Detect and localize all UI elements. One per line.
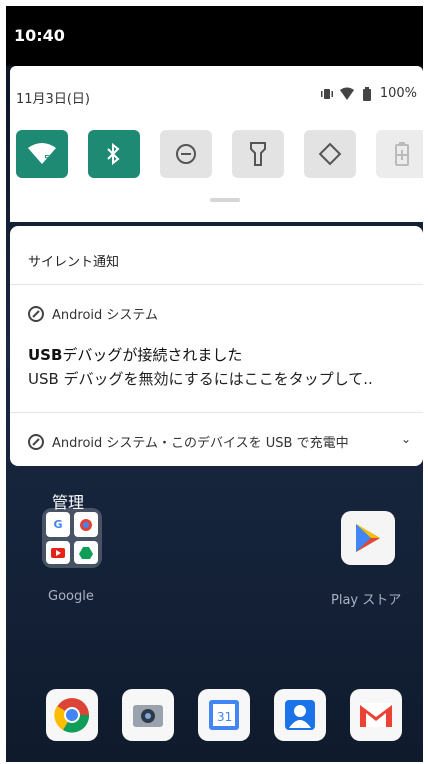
drive-icon: [74, 541, 98, 564]
title-rest: デバッグが接続されました: [62, 346, 243, 364]
wifi-tile[interactable]: 5: [16, 130, 68, 178]
chrome-app[interactable]: [46, 689, 98, 741]
chrome-icon: [54, 698, 90, 733]
do-not-disturb-tile[interactable]: [160, 130, 212, 178]
battery-percent: 100%: [379, 86, 417, 101]
gmail-icon: [360, 703, 392, 727]
notification-title[interactable]: USBデバッグが接続されました: [28, 344, 242, 365]
battery-saver-icon: [395, 142, 409, 166]
youtube-icon: [46, 541, 70, 564]
flashlight-tile[interactable]: [232, 130, 284, 178]
wifi-badge: 5: [44, 154, 50, 165]
google-icon: G: [46, 512, 70, 537]
android-system-icon: [28, 305, 44, 322]
chrome-mini-icon: [74, 512, 98, 537]
divider: [10, 412, 423, 413]
do-not-disturb-icon: [176, 144, 196, 164]
battery-saver-tile[interactable]: [376, 130, 423, 178]
title-bold: USB: [28, 346, 63, 364]
play-store-app[interactable]: [341, 511, 395, 565]
notification-header[interactable]: Android システム: [28, 304, 158, 323]
camera-icon: [133, 705, 163, 727]
status-bar: 10:40: [6, 6, 423, 66]
calendar-icon: 31: [209, 700, 239, 730]
folder-app-label: Google: [48, 589, 94, 604]
auto-rotate-tile[interactable]: [304, 130, 356, 178]
charging-summary: Android システム・このデバイスを USB で充電中: [52, 436, 349, 451]
wifi-icon: 5: [28, 143, 56, 165]
contacts-icon: [285, 700, 315, 730]
clock: 10:40: [14, 26, 65, 45]
notification-text[interactable]: USB デバッグを無効にするにはここをタップして..: [28, 368, 373, 389]
camera-app[interactable]: [122, 689, 174, 741]
android-system-icon: [28, 433, 44, 450]
date-label: 11月3日(日): [16, 92, 90, 107]
app-name: Android システム: [52, 308, 159, 323]
play-store-icon: [356, 524, 380, 552]
battery-icon: [360, 86, 374, 101]
flashlight-icon: [250, 142, 266, 166]
quick-tiles: 5: [16, 130, 423, 178]
bluetooth-icon: [107, 142, 120, 166]
quick-settings-panel: 11月3日(日) 100% 5: [10, 66, 423, 222]
wifi-icon: [339, 87, 354, 101]
gmail-app[interactable]: [350, 689, 402, 741]
status-icons: 100%: [320, 86, 417, 101]
expand-handle[interactable]: [210, 198, 240, 202]
charging-notification[interactable]: Android システム・このデバイスを USB で充電中: [28, 432, 349, 451]
auto-rotate-icon: [318, 142, 342, 166]
google-folder[interactable]: G: [42, 508, 102, 568]
section-title: サイレント通知: [28, 255, 120, 270]
calendar-app[interactable]: 31: [198, 689, 250, 741]
contacts-app[interactable]: [274, 689, 326, 741]
divider: [10, 284, 423, 285]
vibrate-icon: [320, 87, 334, 101]
calendar-day: 31: [217, 710, 232, 724]
notification-card: サイレント通知 Android システム USBデバッグが接続されました USB…: [10, 226, 423, 466]
screen: 10:40 11月3日(日) 100% 5 サイレント通知 Android シス…: [6, 6, 423, 762]
bluetooth-tile[interactable]: [88, 130, 140, 178]
play-store-label: Play ストア: [331, 593, 402, 608]
chevron-down-icon[interactable]: ⌄: [401, 432, 411, 446]
dock: 31: [46, 689, 402, 741]
